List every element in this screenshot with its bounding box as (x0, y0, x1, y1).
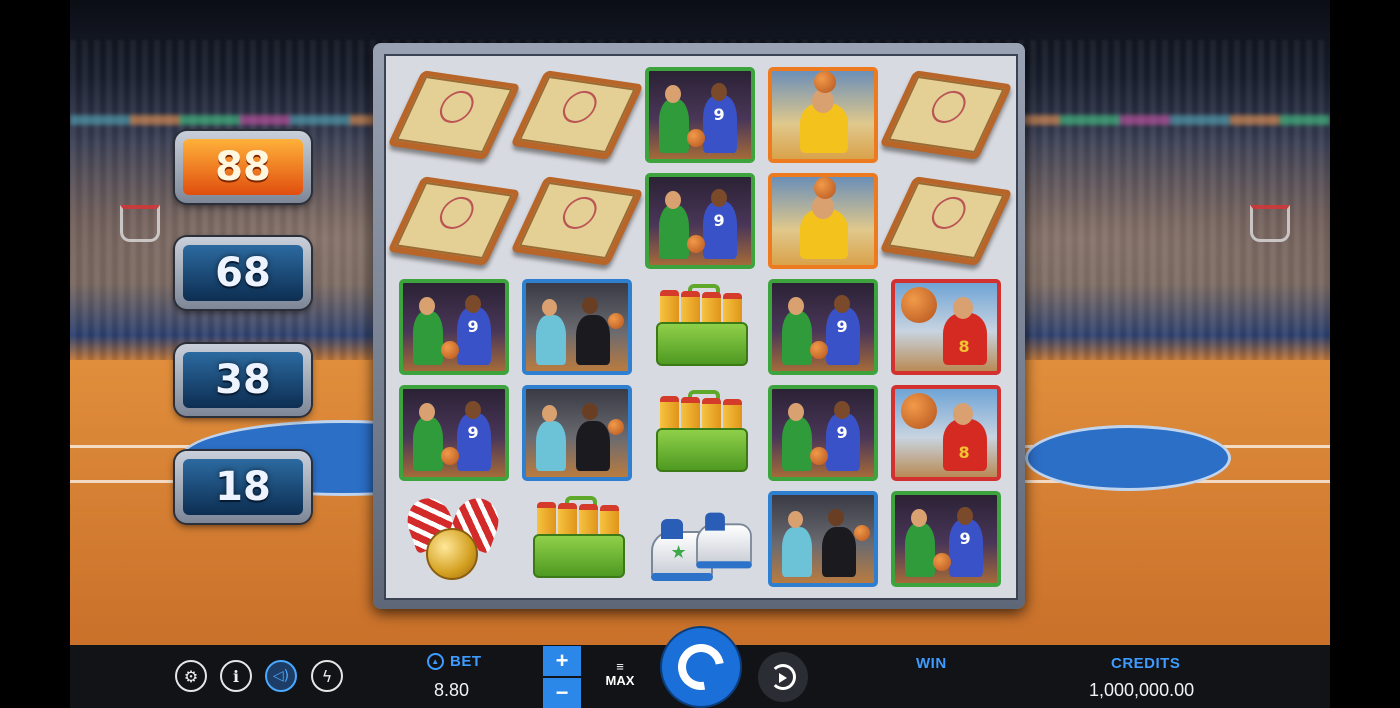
spin-button[interactable] (662, 628, 740, 706)
settings-button[interactable]: ⚙ (175, 660, 207, 692)
reel-cell (386, 168, 521, 274)
sneakers-icon: ★ (645, 491, 755, 587)
bottle-crate-icon (531, 496, 625, 582)
info-button[interactable]: i (220, 660, 252, 692)
bet-increase-button[interactable]: + (543, 646, 581, 676)
players-green-icon: 9 (890, 491, 1001, 587)
prize-value: 68 (183, 245, 303, 301)
reel-cell (386, 62, 521, 168)
bet-up-icon: ▲ (427, 653, 444, 670)
dribble-blue-icon (521, 385, 632, 481)
clipboard-icon (386, 70, 521, 160)
reel-cell (509, 62, 644, 168)
players-green-icon: 9 (398, 385, 509, 481)
prize-tier-4: 18 (175, 451, 311, 523)
autoplay-icon (770, 664, 796, 690)
players-green-icon: 9 (767, 385, 878, 481)
clipboard-icon (509, 70, 644, 160)
reel-cell (761, 62, 884, 168)
clipboard-icon (878, 176, 1013, 266)
prize-value: 18 (183, 459, 303, 515)
dunk-red-icon: 8 (890, 385, 1001, 481)
reel-cell: 9 (884, 486, 1007, 592)
credits-label: CREDITS (1111, 655, 1181, 672)
autoplay-button[interactable] (758, 652, 808, 702)
reel-cell (392, 486, 515, 592)
prize-tier-1: 88 (175, 131, 311, 203)
reel-cell (638, 380, 761, 486)
reel-cell: 9 (761, 274, 884, 380)
speaker-icon: ◁) (272, 668, 290, 684)
players-green-icon: 9 (767, 279, 878, 375)
win-label: WIN (916, 655, 947, 672)
coins-icon: ≡ (616, 659, 624, 674)
players-green-icon: 9 (644, 173, 755, 269)
medal-icon (400, 491, 505, 584)
players-green-icon: 9 (398, 279, 509, 375)
bottle-crate-icon (654, 284, 748, 370)
court-circle (1025, 425, 1231, 491)
reel-cell (638, 274, 761, 380)
max-bet-button[interactable]: ≡ MAX (601, 660, 639, 688)
bet-decrease-button[interactable]: − (543, 678, 581, 708)
reel-cell (878, 168, 1013, 274)
prize-tier-2: 68 (175, 237, 311, 309)
info-icon: i (232, 666, 240, 686)
turbo-button[interactable]: ϟ (311, 660, 343, 692)
clipboard-icon (386, 176, 521, 266)
prize-value: 88 (183, 139, 303, 195)
reel-cell (509, 168, 644, 274)
spin-arrow-icon (668, 634, 734, 700)
bottle-crate-icon (654, 390, 748, 476)
shooter-orange-icon (767, 67, 878, 163)
clipboard-icon (509, 176, 644, 266)
reel-window: 9 9 9 9 8 9 9 8 ★ 9 (384, 54, 1018, 600)
reel-cell: 8 (884, 274, 1007, 380)
reel-cell: 8 (884, 380, 1007, 486)
max-label: MAX (605, 673, 635, 688)
reel-cell: ★ (638, 486, 761, 592)
reel-cell (515, 274, 638, 380)
left-hoop-icon (120, 205, 160, 242)
sound-button[interactable]: ◁) (265, 660, 297, 692)
dribble-blue-icon (521, 279, 632, 375)
reel-cell: 9 (392, 274, 515, 380)
dribble-blue-icon (767, 491, 878, 587)
prize-tier-3: 38 (175, 344, 311, 416)
dunk-red-icon: 8 (890, 279, 1001, 375)
gear-icon: ⚙ (183, 666, 199, 686)
players-green-icon: 9 (644, 67, 755, 163)
reel-cell (878, 62, 1013, 168)
reel-cell: 9 (392, 380, 515, 486)
lightning-icon: ϟ (321, 666, 333, 686)
bet-value: 8.80 (434, 680, 470, 700)
reel-cell: 9 (761, 380, 884, 486)
prize-value: 38 (183, 352, 303, 408)
reel-cell (515, 486, 638, 592)
reels-frame: 9 9 9 9 8 9 9 8 ★ 9 (373, 43, 1025, 609)
shooter-orange-icon (767, 173, 878, 269)
reel-cell: 9 (638, 62, 761, 168)
clipboard-icon (878, 70, 1013, 160)
reel-cell: 9 (638, 168, 761, 274)
credits-value: 1,000,000.00 (1089, 680, 1195, 700)
bet-label: BET (450, 653, 482, 670)
bet-label-group: ▲ BET (427, 653, 482, 670)
reel-cell (761, 168, 884, 274)
reel-cell (515, 380, 638, 486)
reel-cell (761, 486, 884, 592)
right-hoop-icon (1250, 205, 1290, 242)
symbol-grid: 9 9 9 9 8 9 9 8 ★ 9 (386, 62, 1013, 592)
